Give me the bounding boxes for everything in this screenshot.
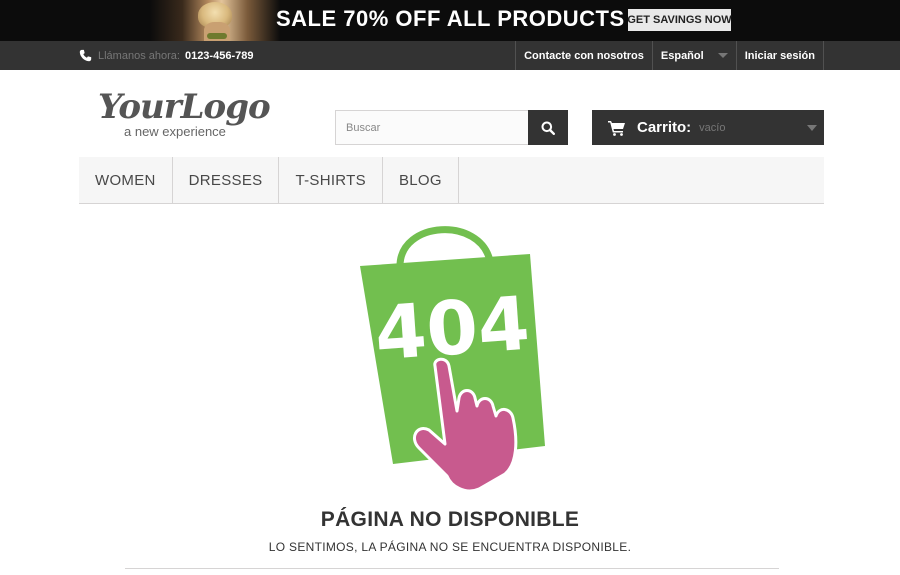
cart-label: Carrito: (637, 119, 692, 136)
top-nav: Contacte con nosotros Español Iniciar se… (515, 41, 824, 70)
phone-contact: Llámanos ahora: 0123-456-789 (79, 41, 253, 70)
search-input[interactable] (335, 110, 528, 145)
login-link[interactable]: Iniciar sesión (735, 41, 824, 70)
divider (125, 568, 779, 569)
phone-number: 0123-456-789 (184, 49, 254, 62)
language-selector[interactable]: Español (651, 41, 736, 70)
chevron-down-icon (807, 125, 817, 131)
error-code: 404 (372, 281, 532, 378)
language-label: Español (660, 49, 704, 62)
chevron-down-icon (717, 53, 728, 58)
cart-button[interactable]: Carrito: vacío (592, 110, 824, 145)
site-logo[interactable]: YourLogo a new experience (96, 86, 286, 140)
promo-banner[interactable]: SALE 70% OFF ALL PRODUCTS GET SAVINGS NO… (0, 0, 900, 41)
cart-status: vacío (699, 121, 726, 134)
top-bar: Llámanos ahora: 0123-456-789 Contacte co… (0, 41, 900, 70)
call-now-label: Llámanos ahora: (98, 49, 180, 62)
search-button[interactable] (528, 110, 568, 145)
menu-item-women[interactable]: WOMEN (79, 157, 173, 203)
error-subtitle: LO SENTIMOS, LA PÁGINA NO SE ENCUENTRA D… (268, 540, 632, 554)
phone-icon (79, 49, 92, 62)
banner-sale-text: SALE 70% OFF ALL PRODUCTS (276, 6, 625, 31)
svg-text:a new experience: a new experience (124, 124, 226, 139)
search-bar (335, 110, 568, 145)
cart-icon (608, 120, 625, 136)
menu-item-tshirts[interactable]: T-SHIRTS (279, 157, 383, 203)
search-icon (541, 121, 555, 135)
banner-model-image (150, 0, 280, 41)
menu-item-blog[interactable]: BLOG (383, 157, 459, 203)
menu-item-dresses[interactable]: DRESSES (173, 157, 280, 203)
main-menu: WOMEN DRESSES T-SHIRTS BLOG (79, 157, 824, 204)
svg-text:YourLogo: YourLogo (98, 87, 270, 127)
error-404-illustration: 404 (360, 226, 545, 493)
error-title: PÁGINA NO DISPONIBLE (320, 508, 580, 531)
contact-link[interactable]: Contacte con nosotros (515, 41, 652, 70)
get-savings-button[interactable]: GET SAVINGS NOW (627, 9, 732, 31)
